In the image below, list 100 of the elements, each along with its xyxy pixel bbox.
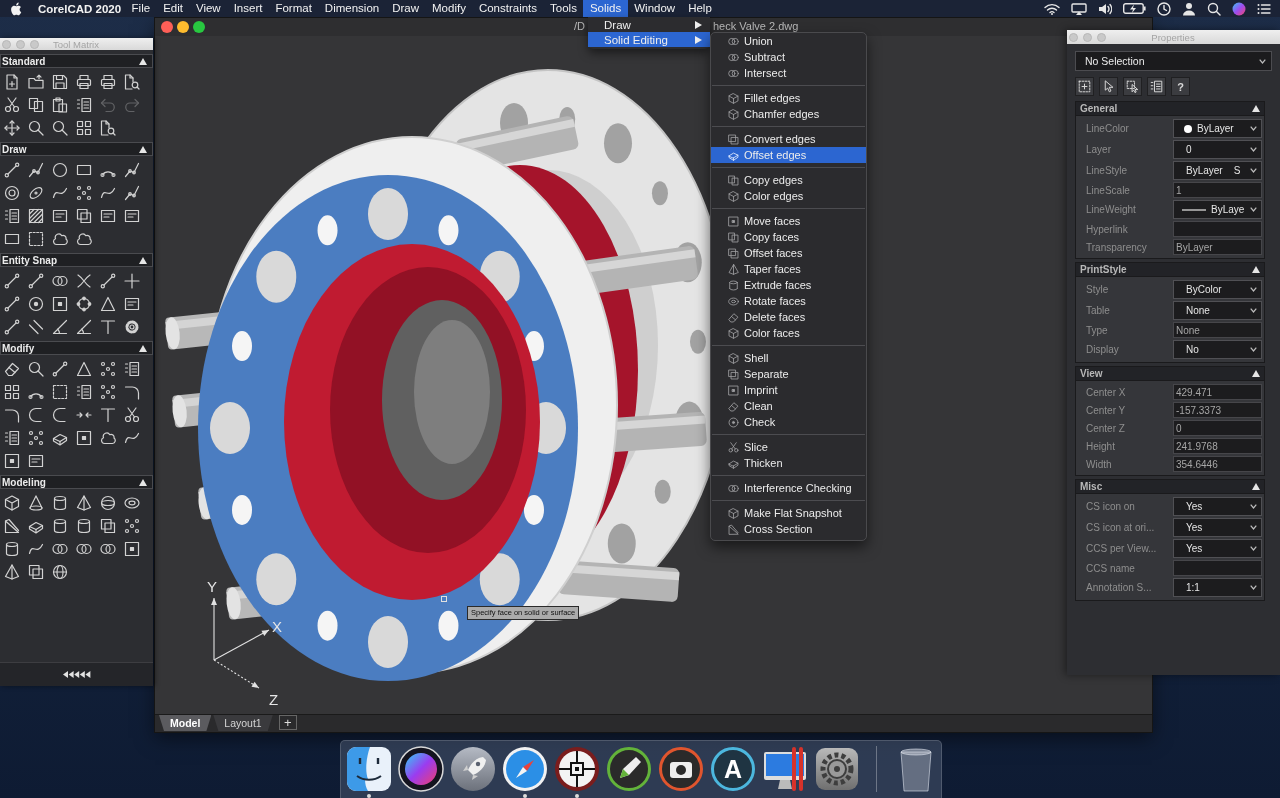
line-segment-icon[interactable] [100,272,116,289]
menu-title[interactable]: Tools [543,0,584,17]
property-dropdown[interactable]: No [1173,340,1262,359]
list-icon[interactable] [4,207,20,224]
cylinder-icon[interactable] [52,494,68,511]
menu-item[interactable]: Make Flat Snapshot [711,505,866,521]
collapse-triangle-icon[interactable] [1252,105,1260,112]
dots-icon[interactable] [76,184,92,201]
triangle-icon[interactable] [76,360,92,377]
ellipse-icon[interactable] [28,184,44,201]
menu-title[interactable]: Help [681,0,719,17]
menu-item[interactable]: Delete faces [711,309,866,325]
document-plus-icon[interactable] [4,73,20,90]
help-button[interactable]: ? [1171,77,1190,96]
rounded-bracket-icon[interactable] [28,406,44,423]
section-header[interactable]: Entity Snap [0,253,153,267]
menu-title[interactable]: Draw [385,0,426,17]
dots-icon[interactable] [100,360,116,377]
property-dropdown[interactable]: Yes [1173,497,1262,516]
property-field[interactable]: 354.6446 [1173,456,1262,472]
collapse-arrows-icon[interactable] [62,671,91,678]
rocket-icon[interactable] [450,746,496,792]
menu-item[interactable]: Copy faces [711,229,866,245]
menu-item[interactable]: Thicken [711,455,866,471]
menu-title[interactable]: Solids [583,0,628,17]
line-segment-icon[interactable] [4,161,20,178]
menu-item[interactable]: Clean [711,398,866,414]
globe-icon[interactable] [52,563,68,580]
display-icon[interactable] [1071,2,1087,15]
grid-icon[interactable] [76,119,92,136]
cloud-icon[interactable] [100,429,116,446]
menu-item[interactable]: Union [711,33,866,49]
text-frame-icon[interactable] [52,207,68,224]
cylinder-icon[interactable] [4,540,20,557]
property-dropdown[interactable]: ByColor [1173,280,1262,299]
menu-item[interactable]: Slice [711,439,866,455]
angle-icon[interactable] [52,318,68,335]
window-close-icon[interactable] [161,21,173,33]
property-dropdown[interactable]: 1:1 [1173,578,1262,597]
line-segment-icon[interactable] [4,295,20,312]
cloud-icon[interactable] [52,230,68,247]
grid-icon[interactable] [4,383,20,400]
menu-title[interactable]: Constraints [472,0,544,17]
wifi-icon[interactable] [1044,2,1060,15]
speaker-icon[interactable] [1098,2,1112,15]
sphere-icon[interactable] [100,494,116,511]
property-dropdown[interactable]: ByLayer [1173,119,1262,138]
menu-item[interactable]: Move faces [711,213,866,229]
line-segment-icon[interactable] [4,318,20,335]
compass-icon[interactable] [502,746,548,792]
pyramid-icon[interactable] [76,494,92,511]
new-tab-button[interactable]: + [278,715,297,730]
menu-item[interactable]: Cross Section [711,521,866,537]
section-header[interactable]: General [1076,102,1264,116]
menu-item[interactable]: Color edges [711,188,866,204]
collapse-triangle-icon[interactable] [139,145,147,153]
dashed-square-icon[interactable] [52,383,68,400]
orb-icon[interactable] [398,746,444,792]
battery-icon[interactable] [1123,3,1146,14]
cone-icon[interactable] [28,494,44,511]
face-tile-icon[interactable] [346,746,392,792]
layout-tab[interactable]: Model [159,715,212,731]
collapse-triangle-icon[interactable] [139,344,147,352]
magnifier-icon[interactable] [28,119,44,136]
text-frame-icon[interactable] [124,207,140,224]
property-field[interactable]: None [1173,322,1262,338]
circle-points-icon[interactable] [76,295,92,312]
menu-item[interactable]: Extrude faces [711,277,866,293]
stacked-squares-icon[interactable] [28,563,44,580]
section-header[interactable]: View [1076,367,1264,381]
menu-item[interactable]: Separate [711,366,866,382]
gear-icon[interactable] [814,746,860,792]
stacked-squares-icon[interactable] [76,207,92,224]
line-segment-icon[interactable] [4,272,20,289]
triangle-icon[interactable] [100,295,116,312]
property-tool-button[interactable] [1147,77,1166,96]
app-name[interactable]: CorelCAD 2020 [38,2,122,15]
selection-dropdown[interactable]: No Selection [1075,51,1272,71]
collapse-triangle-icon[interactable] [1252,370,1260,377]
clock-icon[interactable] [1157,1,1171,16]
collapse-triangle-icon[interactable] [1252,266,1260,273]
hatched-square-icon[interactable] [28,207,44,224]
property-field[interactable] [1173,221,1262,237]
section-header[interactable]: Modeling [0,475,153,489]
stacked-squares-icon[interactable] [100,517,116,534]
dots-icon[interactable] [100,383,116,400]
property-tool-button[interactable] [1099,77,1118,96]
letter-circle-icon[interactable]: A [710,746,756,792]
folder-icon[interactable] [28,73,44,90]
menu-item[interactable]: Intersect [711,65,866,81]
menu-item[interactable]: Imprint [711,382,866,398]
menu-title[interactable]: View [189,0,228,17]
list-icon[interactable] [4,429,20,446]
camera-icon[interactable] [658,746,704,792]
property-tool-button[interactable] [1075,77,1094,96]
gear-icon[interactable] [124,318,140,335]
text-frame-icon[interactable] [100,207,116,224]
dots-icon[interactable] [28,429,44,446]
eraser-icon[interactable] [4,360,20,377]
rounded-bracket-icon[interactable] [52,406,68,423]
